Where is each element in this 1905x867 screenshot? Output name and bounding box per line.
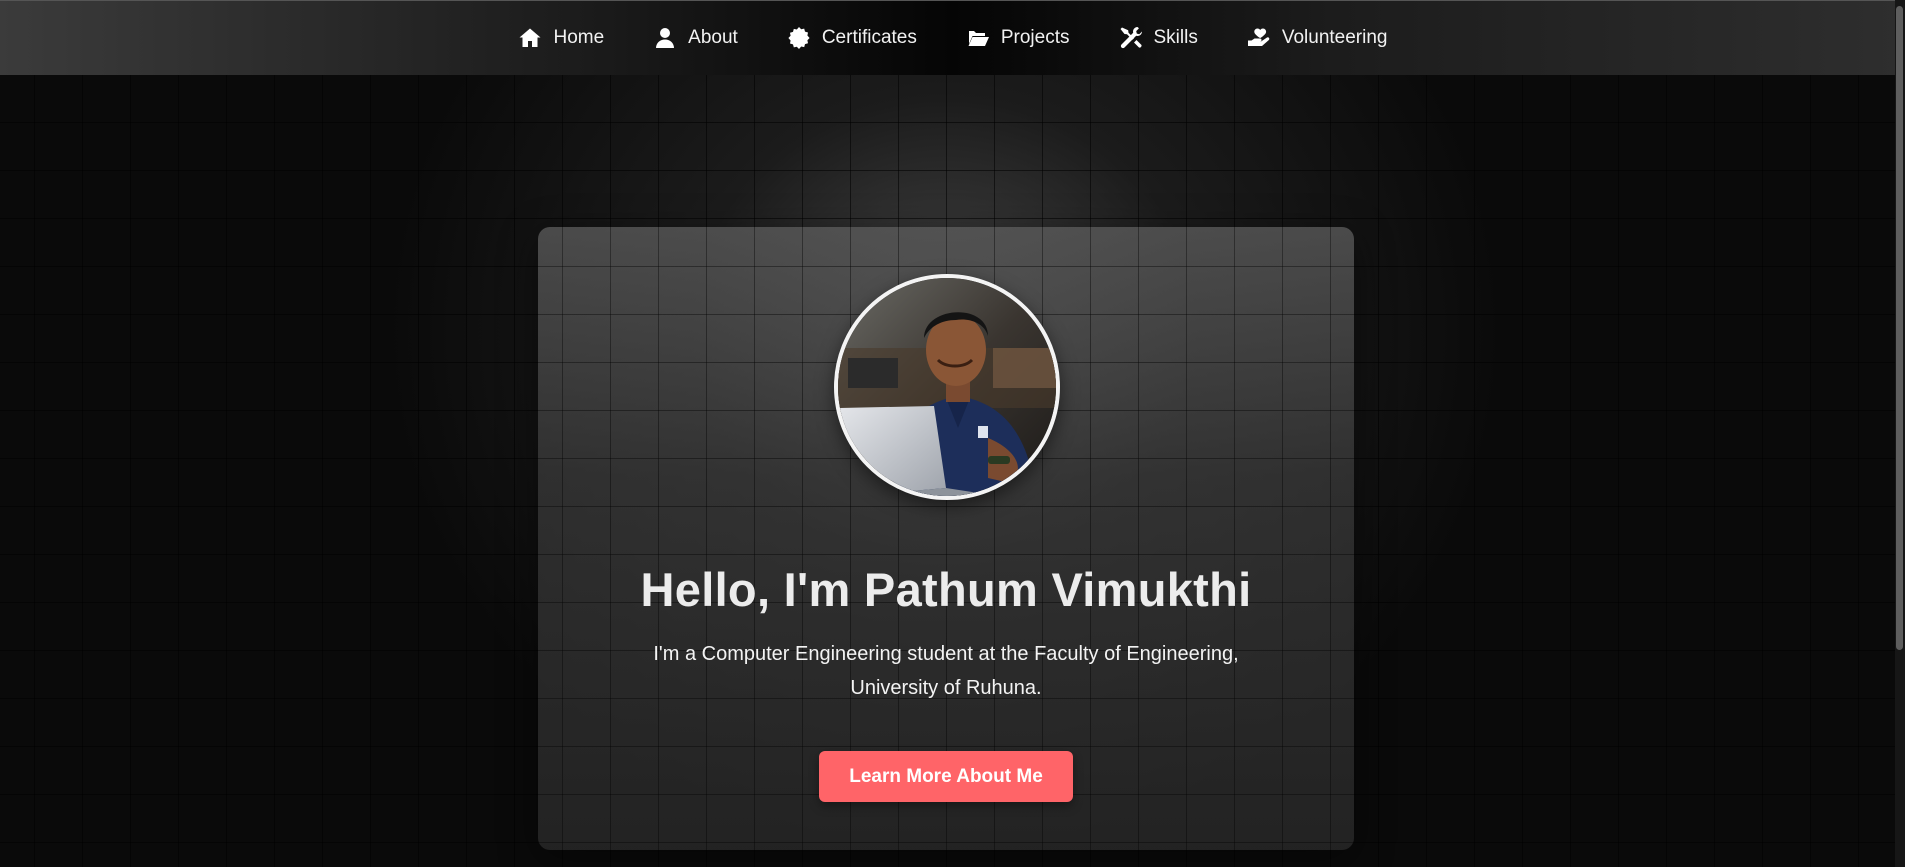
learn-more-button[interactable]: Learn More About Me: [819, 751, 1073, 802]
page: Home About Certificates Projects Skills: [0, 0, 1905, 867]
hero-title: Hello, I'm Pathum Vimukthi: [640, 563, 1252, 616]
profile-photo: [834, 274, 1060, 500]
top-navbar: Home About Certificates Projects Skills: [0, 0, 1905, 75]
nav-label: Volunteering: [1281, 27, 1388, 48]
nav-label: Skills: [1153, 27, 1198, 48]
nav-label: Certificates: [821, 27, 917, 48]
profile-photo-illustration: [838, 278, 1056, 496]
hand-holding-heart-icon: [1246, 26, 1272, 50]
nav-item-about[interactable]: About: [652, 26, 738, 50]
nav-item-certificates[interactable]: Certificates: [786, 26, 917, 50]
hero-description: I'm a Computer Engineering student at th…: [653, 643, 1239, 699]
nav-item-volunteering[interactable]: Volunteering: [1246, 26, 1388, 50]
nav-item-home[interactable]: Home: [517, 26, 604, 50]
hero-card: Hello, I'm Pathum Vimukthi I'm a Compute…: [538, 227, 1354, 850]
nav-label: Projects: [1000, 27, 1070, 48]
scrollbar-thumb[interactable]: [1896, 6, 1903, 650]
certificate-icon: [786, 26, 812, 50]
user-icon: [652, 26, 678, 50]
nav-item-projects[interactable]: Projects: [965, 26, 1070, 50]
nav-label: About: [688, 27, 738, 48]
home-icon: [517, 26, 543, 50]
nav-item-skills[interactable]: Skills: [1118, 26, 1198, 50]
folder-open-icon: [965, 26, 991, 50]
vertical-scrollbar[interactable]: [1895, 0, 1905, 867]
tools-icon: [1118, 26, 1144, 50]
nav-label: Home: [553, 27, 605, 48]
